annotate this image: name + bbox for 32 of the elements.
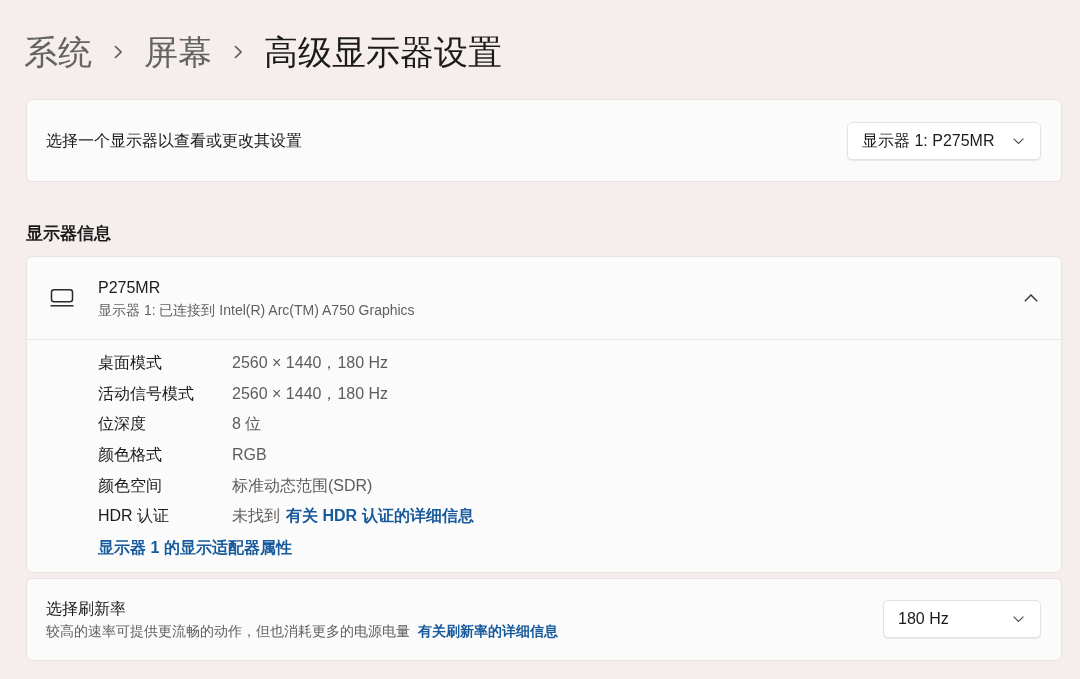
- display-select-label: 选择一个显示器以查看或更改其设置: [46, 130, 302, 151]
- info-value: RGB: [232, 445, 267, 466]
- info-label: 活动信号模式: [98, 383, 195, 404]
- chevron-right-icon: [234, 45, 242, 59]
- display-name: P275MR: [98, 277, 162, 298]
- chevron-right-icon: [114, 45, 122, 59]
- display-dropdown[interactable]: 显示器 1: P275MR: [847, 121, 1041, 160]
- chevron-up-icon[interactable]: [1024, 294, 1038, 302]
- info-label: 位深度: [98, 414, 147, 435]
- chevron-down-icon: [1013, 137, 1024, 144]
- refresh-rate-details-link[interactable]: 有关刷新率的详细信息: [418, 620, 558, 641]
- breadcrumb-link[interactable]: 屏幕: [144, 30, 212, 74]
- adapter-properties-link[interactable]: 显示器 1 的显示适配器属性: [98, 535, 292, 560]
- info-value: 8 位: [232, 414, 262, 435]
- info-label: 颜色空间: [98, 475, 163, 496]
- info-label: 颜色格式: [98, 445, 163, 466]
- display-connection-text: 显示器 1: 已连接到 Intel(R) Arc(TM) A750 Graphics: [98, 300, 415, 319]
- chevron-down-icon: [1013, 616, 1024, 623]
- laptop-icon: [50, 289, 74, 307]
- info-value: 2560 × 1440，180 Hz: [232, 383, 389, 404]
- info-value: 2560 × 1440，180 Hz: [232, 353, 389, 374]
- info-value: 标准动态范围(SDR): [232, 475, 373, 496]
- page-title: 高级显示器设置: [264, 32, 502, 73]
- info-value: 未找到: [232, 506, 280, 527]
- section-heading: 显示器信息: [26, 223, 112, 245]
- breadcrumb-link[interactable]: 系统: [24, 30, 92, 74]
- info-label: 桌面模式: [98, 353, 163, 374]
- info-label: HDR 认证: [98, 506, 171, 527]
- refresh-rate-title: 选择刷新率: [46, 598, 127, 619]
- hdr-details-link[interactable]: 有关 HDR 认证的详细信息: [286, 504, 474, 529]
- refresh-rate-dropdown[interactable]: 180 Hz: [883, 600, 1041, 639]
- refresh-rate-description: 较高的速率可提供更流畅的动作，但也消耗更多的电源电量: [46, 621, 410, 641]
